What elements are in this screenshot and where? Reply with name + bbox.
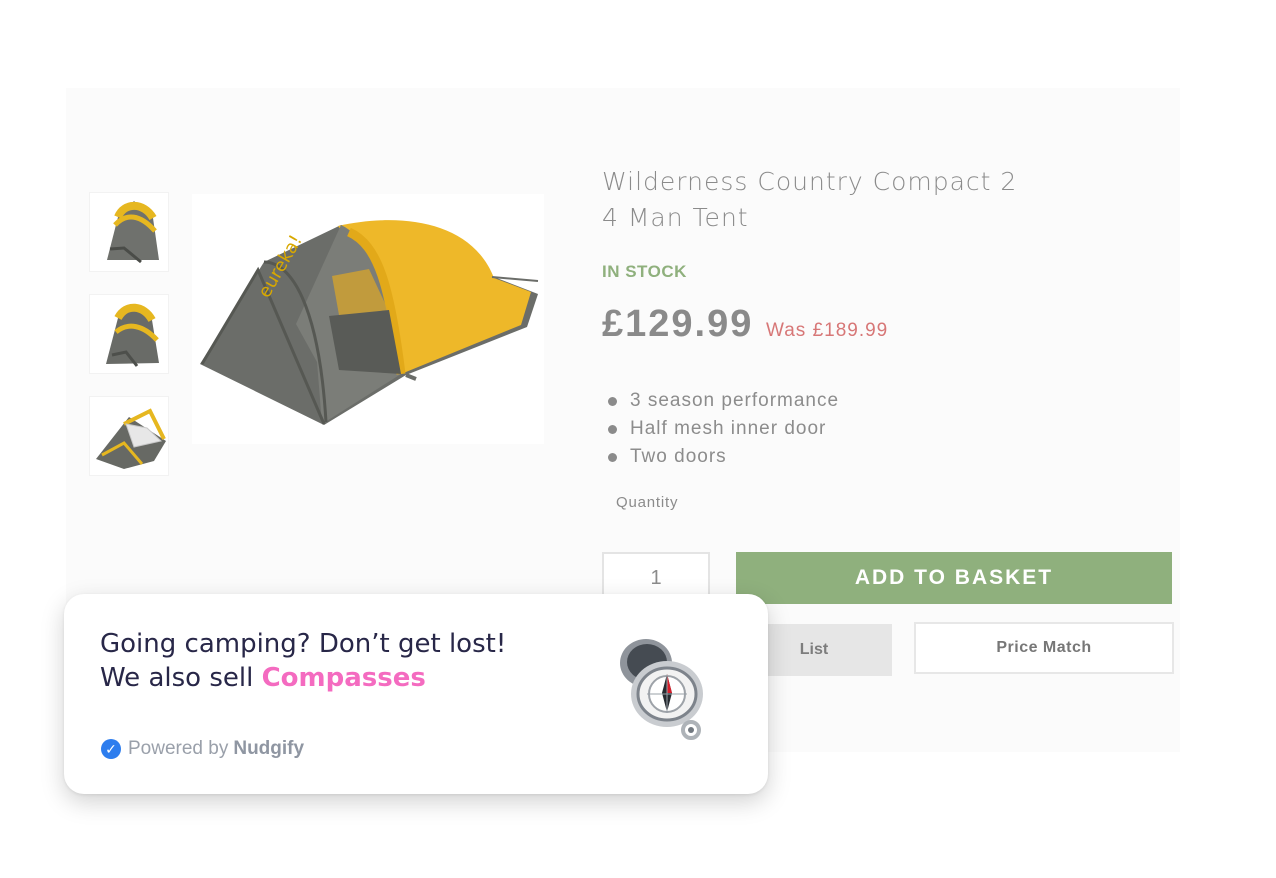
tent-angle-thumbnail-image [106, 303, 159, 367]
feature-list: 3 season performance Half mesh inner doo… [608, 387, 839, 471]
compasses-link[interactable]: Compasses [262, 663, 426, 693]
tent-thumbnail-image [107, 201, 159, 264]
add-to-basket-button[interactable]: ADD TO BASKET [736, 552, 1172, 604]
tent-product-image: eureka! [200, 220, 539, 425]
thumbnail-tent-angle[interactable] [89, 294, 169, 374]
product-title-line-1: Wilderness Country Compact 2 [602, 167, 1018, 196]
bullet-icon [608, 452, 617, 462]
feature-text: Two doors [630, 446, 727, 467]
current-price: £129.99 [602, 303, 754, 345]
thumbnail-tent-open[interactable] [89, 396, 169, 476]
bullet-icon [608, 396, 617, 406]
main-tent-image[interactable]: eureka! [192, 194, 544, 444]
feature-text: Half mesh inner door [630, 418, 827, 439]
previous-price: Was £189.99 [766, 320, 889, 341]
tent-open-thumbnail-image [96, 408, 166, 469]
product-title: Wilderness Country Compact 2 4 Man Tent [602, 164, 1122, 236]
powered-by: ✓ Powered by Nudgify [101, 738, 304, 760]
bullet-icon [608, 424, 617, 434]
thumbnail-tent-front[interactable] [89, 192, 169, 272]
feature-text: 3 season performance [630, 390, 840, 411]
wishlist-button-label: List [799, 641, 829, 658]
nudge-headline: Going camping? Don’t get lost! [100, 629, 507, 659]
brand-name: Nudgify [233, 738, 305, 759]
stock-status: IN STOCK [602, 262, 687, 281]
compass-icon [620, 639, 703, 740]
quantity-label: Quantity [616, 494, 679, 511]
feature-item: Half mesh inner door [608, 415, 839, 443]
product-title-line-2: 4 Man Tent [602, 203, 749, 232]
compass-image [612, 632, 716, 754]
price-match-button[interactable]: Price Match [914, 622, 1174, 674]
powered-by-label: Powered by [128, 738, 229, 759]
feature-item: Two doors [608, 443, 839, 471]
check-icon: ✓ [101, 739, 121, 759]
nudge-message: We also sell Compasses [100, 661, 426, 695]
nudge-popup[interactable]: Going camping? Don’t get lost! We also s… [64, 594, 768, 794]
feature-item: 3 season performance [608, 387, 839, 415]
nudge-message-prefix: We also sell [100, 663, 262, 693]
